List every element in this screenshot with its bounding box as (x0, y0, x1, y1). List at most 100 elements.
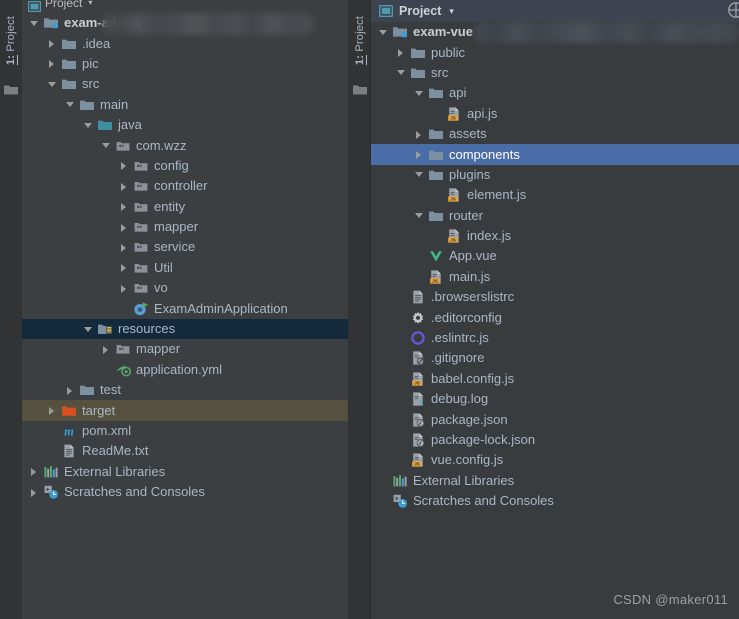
gear-icon[interactable] (727, 1, 739, 19)
tree-toggle-collapsed-icon[interactable] (118, 200, 131, 213)
tree-row-resources[interactable]: resources (22, 318, 370, 340)
tree-toggle-collapsed-icon[interactable] (28, 465, 41, 478)
tree-toggle-collapsed-icon[interactable] (118, 159, 131, 172)
tree-row-label: api (449, 85, 467, 101)
tree-toggle-collapsed-icon[interactable] (46, 57, 59, 70)
tree-toggle-collapsed-icon[interactable] (118, 241, 131, 254)
tree-toggle-expanded-icon[interactable] (377, 26, 390, 39)
tree-toggle-expanded-icon[interactable] (395, 66, 408, 79)
tree-toggle-collapsed-icon[interactable] (46, 404, 59, 417)
tree-row-pic[interactable]: pic (22, 54, 370, 74)
tree-row-package-lock-json[interactable]: package-lock.json (371, 430, 739, 450)
tool-tab-number-2: 1: (354, 55, 366, 66)
tree-row--eslintrc-js[interactable]: .eslintrc.js (371, 328, 739, 348)
tree-row-package-json[interactable]: package.json (371, 409, 739, 429)
tree-row-app-vue[interactable]: App.vue (371, 246, 739, 266)
tree-row--gitignore[interactable]: .gitignore (371, 348, 739, 368)
tree-row--editorconfig[interactable]: .editorconfig (371, 307, 739, 327)
tree-row-index-js[interactable]: JS index.js (371, 226, 739, 246)
tree-toggle-collapsed-icon[interactable] (28, 486, 41, 499)
tree-row-api-js[interactable]: JS api.js (371, 104, 739, 124)
tree-toggle-expanded-icon[interactable] (82, 119, 95, 132)
tree-row-external-libraries[interactable]: External Libraries (371, 471, 739, 491)
tree-row-scratches-and-consoles[interactable]: Scratches and Consoles (371, 491, 739, 511)
tree-row-test[interactable]: test (22, 380, 370, 400)
package-icon (133, 158, 149, 174)
tree-toggle-collapsed-icon[interactable] (100, 343, 113, 356)
tree-row-label: exam-admin (64, 15, 140, 31)
tool-window-tab-project-left-2[interactable]: 1: Project (349, 2, 370, 80)
tree-row-label: index.js (467, 228, 512, 244)
tree-row-assets[interactable]: assets (371, 124, 739, 144)
gitignore-icon (410, 350, 426, 366)
tree-row-examadminapplication[interactable]: ExamAdminApplication (22, 298, 370, 318)
tree-row-com-wzz[interactable]: com.wzz (22, 135, 370, 155)
folder-icon (428, 85, 444, 101)
tree-toggle-collapsed-icon[interactable] (118, 261, 131, 274)
tree-toggle-expanded-icon[interactable] (413, 209, 426, 222)
left-tool-window-stripe: 1: Project (0, 0, 22, 619)
js-file-icon: JS (446, 228, 462, 244)
tree-row-java[interactable]: java (22, 115, 370, 135)
tree-row--browserslistrc[interactable]: .browserslistrc (371, 287, 739, 307)
tree-row-mapper[interactable]: mapper (22, 339, 370, 359)
tree-toggle-collapsed-icon[interactable] (118, 282, 131, 295)
tree-row-router[interactable]: router (371, 206, 739, 226)
tree-row-external-libraries[interactable]: External Libraries (22, 462, 370, 482)
tree-row-application-yml[interactable]: application.yml (22, 360, 370, 380)
tree-row-pom-xml[interactable]: m pom.xml (22, 421, 370, 441)
tree-row-exam-admin[interactable]: exam-admin (22, 13, 370, 33)
tree-row-util[interactable]: Util (22, 258, 370, 278)
tree-row-components[interactable]: components (371, 144, 739, 165)
tree-toggle-collapsed-icon[interactable] (46, 37, 59, 50)
tree-row-mapper[interactable]: mapper (22, 217, 370, 237)
tree-row-src[interactable]: src (371, 63, 739, 83)
tree-row-vue-config-js[interactable]: JS vue.config.js (371, 450, 739, 470)
tree-row-babel-config-js[interactable]: JS babel.config.js (371, 369, 739, 389)
tree-row-public[interactable]: public (371, 42, 739, 62)
tree-toggle-collapsed-icon[interactable] (118, 221, 131, 234)
tree-row-service[interactable]: service (22, 237, 370, 257)
tree-row-label: mapper (136, 341, 181, 357)
tree-toggle-expanded-icon[interactable] (64, 98, 77, 111)
tree-row-debug-log[interactable]: ? debug.log (371, 389, 739, 409)
tree-toggle-expanded-icon[interactable] (46, 78, 59, 91)
tree-toggle-collapsed-icon[interactable] (64, 384, 77, 397)
tree-row-src[interactable]: src (22, 74, 370, 94)
tree-row--idea[interactable]: .idea (22, 33, 370, 53)
chevron-down-icon[interactable]: ▾ (88, 0, 92, 7)
tree-row-controller[interactable]: controller (22, 176, 370, 196)
tree-toggle-collapsed-icon[interactable] (395, 46, 408, 59)
tree-row-label: .eslintrc.js (431, 330, 489, 346)
tree-toggle-expanded-icon[interactable] (82, 323, 95, 336)
tree-row-label: resources (118, 321, 176, 337)
tree-row-scratches-and-consoles[interactable]: Scratches and Consoles (22, 482, 370, 502)
tree-row-readme-txt[interactable]: ReadMe.txt (22, 441, 370, 461)
tree-row-target[interactable]: target (22, 400, 370, 421)
tree-row-entity[interactable]: entity (22, 197, 370, 217)
right-project-tree[interactable]: exam-vue public src api JS api.js assets compon… (371, 22, 739, 511)
left-project-tree[interactable]: exam-admin .idea pic src main java com.wzz conf… (22, 13, 370, 502)
tree-row-main[interactable]: main (22, 95, 370, 115)
tree-row-api[interactable]: api (371, 83, 739, 103)
tree-toggle-expanded-icon[interactable] (100, 139, 113, 152)
tree-row-config[interactable]: config (22, 156, 370, 176)
tree-toggle-collapsed-icon[interactable] (118, 180, 131, 193)
tree-row-plugins[interactable]: plugins (371, 165, 739, 185)
tool-window-tab-project-left[interactable]: 1: Project (0, 2, 22, 80)
tree-row-main-js[interactable]: JS main.js (371, 267, 739, 287)
tree-toggle-collapsed-icon[interactable] (413, 128, 426, 141)
chevron-down-icon-right[interactable]: ▾ (449, 6, 454, 17)
tree-row-exam-vue[interactable]: exam-vue (371, 22, 739, 42)
tree-toggle-expanded-icon[interactable] (413, 87, 426, 100)
spring-yaml-icon (115, 362, 131, 378)
tree-toggle-collapsed-icon[interactable] (413, 148, 426, 161)
tree-toggle-expanded-icon[interactable] (413, 168, 426, 181)
svg-text:m: m (64, 425, 74, 439)
tree-row-element-js[interactable]: JS element.js (371, 185, 739, 205)
tree-row-vo[interactable]: vo (22, 278, 370, 298)
tree-toggle-expanded-icon[interactable] (28, 17, 41, 30)
